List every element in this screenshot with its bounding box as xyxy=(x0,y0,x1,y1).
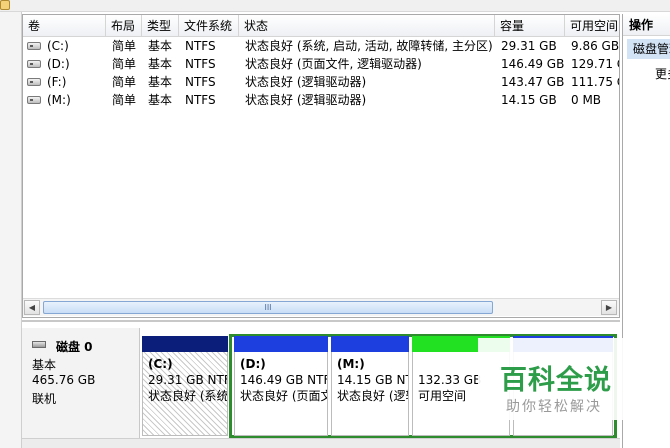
volume-status: 状态良好 (系统, 启动, 活动, 故障转储, 主分区) xyxy=(245,39,493,53)
volume-row-m[interactable]: (M:) 简单 基本 NTFS 状态良好 (逻辑驱动器) 14.15 GB 0 … xyxy=(23,91,619,109)
partition-d[interactable]: (D:) 146.49 GB NTFS 状态良好 (页面文件, 逻辑驱动器) xyxy=(234,336,328,436)
partition-body: (C:) 29.31 GB NTFS 状态良好 (系统, 启动, 活动, 故障转… xyxy=(142,352,228,436)
volume-free-space: 0 MB xyxy=(571,93,602,107)
partition-color-bar xyxy=(331,336,409,352)
left-navigation-strip xyxy=(0,12,22,448)
scrollbar-thumb[interactable]: III xyxy=(43,301,493,314)
column-header-layout[interactable]: 布局 xyxy=(106,15,142,37)
volume-list: 卷 布局 类型 文件系统 状态 容量 可用空间 (C:) 简单 基本 NTFS … xyxy=(22,14,620,318)
watermark-subtitle: 助你轻松解决 xyxy=(506,399,602,415)
volume-layout: 简单 xyxy=(112,57,137,71)
horizontal-scrollbar[interactable]: ◀ III ▶ xyxy=(23,298,619,316)
actions-title: 操作 xyxy=(623,14,670,36)
partition-color-bar xyxy=(234,336,328,352)
partition-size: 146.49 GB NTFS xyxy=(240,373,327,387)
partition-label: (C:) xyxy=(148,357,173,371)
partition-label: (M:) xyxy=(337,357,365,371)
volume-free-space: 129.71 G xyxy=(571,57,619,71)
column-header-capacity[interactable]: 容量 xyxy=(495,15,565,37)
partition-size: 29.31 GB NTFS xyxy=(148,373,227,387)
column-header-filesystem[interactable]: 文件系统 xyxy=(179,15,239,37)
scroll-right-arrow-icon[interactable]: ▶ xyxy=(601,300,617,315)
volume-name: (C:) xyxy=(47,39,69,53)
partition-m[interactable]: (M:) 14.15 GB NTFS 状态良好 (逻辑驱动器) xyxy=(331,336,409,436)
volume-row-d[interactable]: (D:) 简单 基本 NTFS 状态良好 (页面文件, 逻辑驱动器) 146.4… xyxy=(23,55,619,73)
action-more-actions[interactable]: 更多操作 xyxy=(627,64,670,84)
partition-label: (D:) xyxy=(240,357,266,371)
volume-row-f[interactable]: (F:) 简单 基本 NTFS 状态良好 (逻辑驱动器) 143.47 GB 1… xyxy=(23,73,619,91)
disk-status: 联机 xyxy=(32,392,57,406)
partition-body: (M:) 14.15 GB NTFS 状态良好 (逻辑驱动器) xyxy=(331,352,409,436)
title-bar xyxy=(0,0,670,12)
volume-capacity: 143.47 GB xyxy=(501,75,565,89)
volume-name: (F:) xyxy=(47,75,67,89)
volume-name: (M:) xyxy=(47,93,71,107)
drive-icon xyxy=(27,42,41,50)
volume-free-space: 111.75 G xyxy=(571,75,619,89)
disk-type: 基本 xyxy=(32,358,57,372)
watermark-title: 百科全说 xyxy=(500,365,612,396)
action-disk-management[interactable]: 磁盘管理 xyxy=(627,39,670,59)
column-header-type[interactable]: 类型 xyxy=(142,15,179,37)
volume-layout: 简单 xyxy=(112,93,137,107)
volume-filesystem: NTFS xyxy=(185,75,216,89)
volume-type: 基本 xyxy=(148,39,173,53)
partition-body: (D:) 146.49 GB NTFS 状态良好 (页面文件, 逻辑驱动器) xyxy=(234,352,328,436)
disk-0-info[interactable]: 磁盘 0 基本 465.76 GB 联机 xyxy=(22,328,140,448)
partition-status: 状态良好 (逻辑驱动器) xyxy=(337,389,408,403)
volume-status: 状态良好 (逻辑驱动器) xyxy=(245,75,367,89)
volume-status: 状态良好 (页面文件, 逻辑驱动器) xyxy=(245,57,422,71)
scroll-left-arrow-icon[interactable]: ◀ xyxy=(24,300,40,315)
volume-name: (D:) xyxy=(47,57,70,71)
column-header-status[interactable]: 状态 xyxy=(239,15,495,37)
partition-status: 状态良好 (页面文件, 逻辑驱动器) xyxy=(240,389,327,403)
watermark-overlay: 百科全说 助你轻松解决 xyxy=(478,338,634,420)
volume-capacity: 29.31 GB xyxy=(501,39,557,53)
volume-capacity: 146.49 GB xyxy=(501,57,565,71)
partition-size: 14.15 GB NTFS xyxy=(337,373,408,387)
volume-type: 基本 xyxy=(148,57,173,71)
drive-icon xyxy=(27,60,41,68)
volume-status: 状态良好 (逻辑驱动器) xyxy=(245,93,367,107)
disk-size: 465.76 GB xyxy=(32,373,96,387)
drive-icon xyxy=(27,96,41,104)
volume-layout: 简单 xyxy=(112,39,137,53)
drive-icon xyxy=(27,78,41,86)
volume-row-c[interactable]: (C:) 简单 基本 NTFS 状态良好 (系统, 启动, 活动, 故障转储, … xyxy=(23,37,619,55)
partition-c[interactable]: (C:) 29.31 GB NTFS 状态良好 (系统, 启动, 活动, 故障转… xyxy=(142,336,228,436)
volume-type: 基本 xyxy=(148,75,173,89)
volume-list-header: 卷 布局 类型 文件系统 状态 容量 可用空间 xyxy=(23,15,619,37)
volume-layout: 简单 xyxy=(112,75,137,89)
disk-icon xyxy=(32,341,46,348)
volume-filesystem: NTFS xyxy=(185,39,216,53)
volume-free-space: 9.86 GB xyxy=(571,39,619,53)
partition-color-bar xyxy=(142,336,228,352)
partition-status: 状态良好 (系统, 启动, 活动, 故障转储, 主分区) xyxy=(148,389,227,403)
column-header-volume[interactable]: 卷 xyxy=(23,15,106,37)
column-header-free-space[interactable]: 可用空间 xyxy=(565,15,619,37)
bottom-status-strip xyxy=(22,438,620,448)
volume-filesystem: NTFS xyxy=(185,57,216,71)
volume-filesystem: NTFS xyxy=(185,93,216,107)
volume-capacity: 14.15 GB xyxy=(501,93,557,107)
volume-type: 基本 xyxy=(148,93,173,107)
app-icon xyxy=(0,0,10,10)
disk-name: 磁盘 0 xyxy=(56,340,93,354)
